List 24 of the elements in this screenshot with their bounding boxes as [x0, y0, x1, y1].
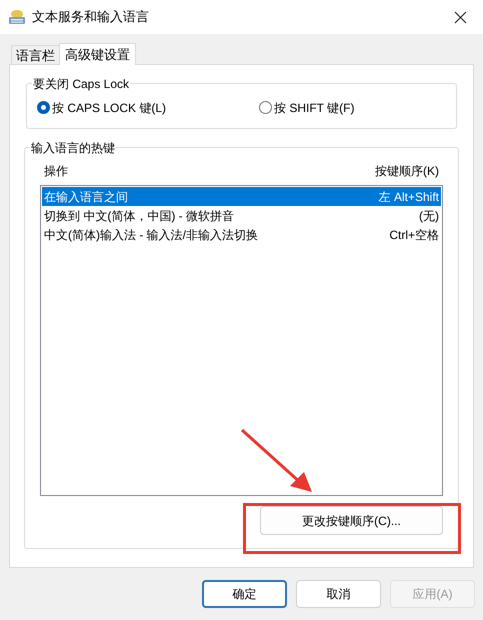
group-title: 输入语言的热键	[30, 139, 116, 157]
radio-button[interactable]	[37, 101, 50, 114]
keyboard-globe-icon	[8, 8, 26, 26]
action-text: 在输入语言之间	[44, 188, 128, 206]
hotkey-row[interactable]: 切换到 中文(简体，中国) - 微软拼音 (无)	[42, 206, 441, 225]
hotkey-row[interactable]: 在输入语言之间 左 Alt+Shift	[42, 187, 441, 206]
radio-option[interactable]: 按 CAPS LOCK 键(L)	[37, 98, 259, 116]
action-text: 切换到 中文(简体，中国) - 微软拼音	[44, 208, 234, 224]
column-header: 操作	[44, 163, 68, 180]
close-icon	[454, 10, 466, 24]
dialog-button[interactable]: 取消	[296, 580, 381, 608]
key-sequence-text: (无)	[419, 208, 439, 224]
tab[interactable]: 高级键设置	[59, 43, 136, 65]
column-header: 按键顺序(K)	[375, 163, 439, 180]
group-title: 要关闭 Caps Lock	[32, 75, 130, 93]
radio-button[interactable]	[259, 101, 272, 114]
radio-option[interactable]: 按 SHIFT 键(F)	[259, 98, 354, 116]
window-title: 文本服务和输入语言	[32, 8, 149, 26]
change-key-sequence-button[interactable]: 更改按键顺序(C)...	[260, 506, 443, 535]
action-text: 中文(简体)输入法 - 输入法/非输入法切换	[44, 226, 258, 244]
key-sequence-text: Ctrl+空格	[389, 226, 439, 244]
key-sequence-text: 左 Alt+Shift	[378, 188, 439, 206]
dialog-button[interactable]: 确定	[202, 580, 287, 608]
hotkey-row[interactable]: 中文(简体)输入法 - 输入法/非输入法切换 Ctrl+空格	[42, 225, 441, 244]
